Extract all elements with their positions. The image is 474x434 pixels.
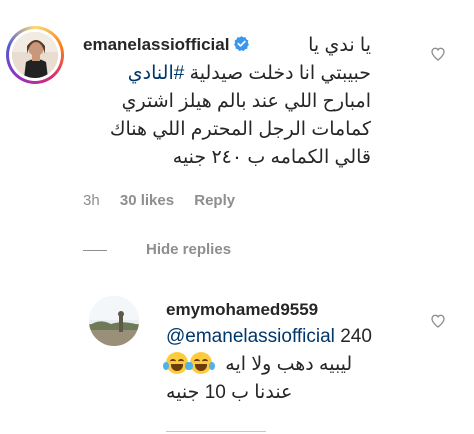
comment-text-line-3: امبارح اللي عند بالم هيلز اشتري — [121, 91, 371, 112]
heart-outline-icon[interactable] — [430, 46, 446, 62]
comment-username[interactable]: emanelassiofficial — [83, 35, 229, 54]
comment-text-line-1: يا ندي يا — [308, 35, 371, 56]
comment-text-line-2: حبيبتي انا دخلت صيدلية — [189, 63, 371, 84]
reply-text-line-2-row: ليبيه دهب ولا ايه — [163, 352, 353, 377]
reply-button[interactable]: Reply — [194, 192, 235, 209]
likes-count-link[interactable]: 30 likes — [120, 192, 174, 209]
hide-replies-button[interactable]: Hide replies — [146, 241, 231, 258]
reply-text-line-2: ليبيه دهب ولا ايه — [225, 354, 353, 375]
comment-meta-row: 3h 30 likes Reply — [83, 192, 235, 209]
face-with-tears-of-joy-icon — [163, 352, 191, 374]
comment-reply: emymohamed9559 @emanelassiofficial 240 ل… — [0, 280, 474, 434]
reply-text-line-3: عندنا ب 10 جنيه — [166, 382, 293, 403]
verified-badge-icon — [233, 35, 250, 57]
comment-text-line-5: قالي الكمامه ب ٢٤٠ جنيه — [172, 147, 371, 168]
username-row: emanelassiofficial — [83, 35, 250, 57]
clipped-meta-row — [166, 431, 266, 432]
avatar-photo — [12, 32, 58, 78]
reply-text-line-1: @emanelassiofficial 240 — [166, 324, 372, 349]
heart-outline-icon[interactable] — [430, 313, 446, 329]
comment-text-line-4: كمامات الرجل المحترم اللي هناك — [109, 119, 371, 140]
face-with-tears-of-joy-icon — [187, 352, 215, 374]
reply-mention-suffix: 240 — [340, 326, 372, 347]
reply-username[interactable]: emymohamed9559 — [166, 300, 318, 320]
mention-link[interactable]: @emanelassiofficial — [166, 326, 335, 347]
avatar-emanelassiofficial[interactable] — [12, 32, 58, 78]
avatar-photo-reply — [89, 296, 139, 346]
hashtag-link[interactable]: #النادي — [128, 63, 185, 84]
comment-main: emanelassiofficial يا ندي يا حبيبتي انا … — [0, 0, 474, 260]
hide-replies-divider — [83, 250, 107, 251]
avatar-emymohamed9559[interactable] — [89, 296, 139, 346]
comment-text-line-2-row: حبيبتي انا دخلت صيدلية #النادي — [128, 61, 371, 86]
comment-time: 3h — [83, 192, 100, 209]
